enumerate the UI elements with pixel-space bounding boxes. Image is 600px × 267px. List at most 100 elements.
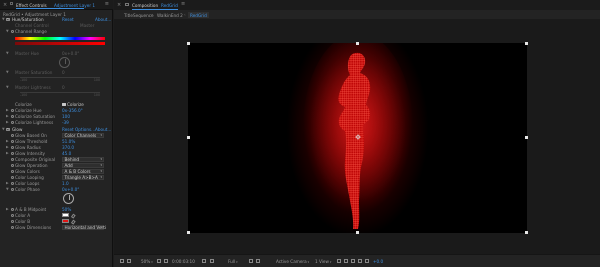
- stopwatch-icon[interactable]: [11, 170, 14, 173]
- stopwatch-icon[interactable]: [11, 188, 14, 191]
- transform-handle[interactable]: [525, 42, 528, 45]
- fast-previews-icon[interactable]: [344, 258, 348, 263]
- colorize-lightness-value[interactable]: -39: [62, 120, 69, 125]
- glow-operation-dropdown[interactable]: Add: [62, 163, 104, 168]
- colorize-saturation-value[interactable]: 100: [62, 114, 70, 119]
- twirl-open-icon[interactable]: ▼: [6, 51, 9, 56]
- twirl-closed-icon[interactable]: ▶: [6, 151, 9, 156]
- channel-control-value[interactable]: Master: [80, 23, 94, 28]
- composition-viewer[interactable]: [114, 19, 600, 254]
- transform-handle[interactable]: [356, 231, 359, 234]
- glow-intensity-value[interactable]: 45.0: [62, 151, 71, 156]
- breadcrumb-item-active[interactable]: RedGrid: [188, 12, 209, 18]
- twirl-open-icon[interactable]: ▼: [6, 70, 9, 75]
- transform-handle[interactable]: [525, 136, 528, 139]
- twirl-closed-icon[interactable]: ▶: [6, 145, 9, 150]
- colorize-checkbox-label[interactable]: Colorize: [67, 102, 84, 107]
- anchor-point-icon[interactable]: [355, 134, 361, 140]
- master-lightness-value[interactable]: 0: [62, 85, 65, 90]
- stopwatch-icon[interactable]: [11, 220, 14, 223]
- colorize-hue-value[interactable]: 0x-356.0°: [62, 108, 83, 113]
- glow-threshold-value[interactable]: 51.0%: [62, 139, 75, 144]
- glow-dimensions-dropdown[interactable]: Horizontal and Verti: [62, 225, 106, 230]
- twirl-closed-icon[interactable]: ▶: [6, 108, 9, 113]
- channel-range-hue-bar[interactable]: [15, 37, 105, 40]
- transform-handle[interactable]: [356, 42, 359, 45]
- glow-colors-dropdown[interactable]: A & B Colors: [62, 169, 104, 174]
- twirl-closed-icon[interactable]: ▶: [6, 120, 9, 125]
- color-phase-value[interactable]: 0x+0.0°: [62, 187, 79, 192]
- twirl-open-icon[interactable]: ▼: [2, 17, 5, 22]
- twirl-open-icon[interactable]: ▼: [6, 85, 9, 90]
- color-looping-dropdown[interactable]: Triangle A>B>A: [62, 175, 104, 180]
- effect-hue-saturation[interactable]: ▼ fx Hue/Saturation Reset About...: [0, 17, 113, 22]
- snapshot-icon[interactable]: [202, 258, 206, 263]
- stopwatch-icon[interactable]: [11, 146, 14, 149]
- flowchart-icon[interactable]: [358, 258, 362, 263]
- about-link[interactable]: About...: [95, 127, 111, 132]
- current-time[interactable]: 0:00:03:10: [172, 259, 195, 264]
- camera-dropdown[interactable]: Active Camera: [276, 259, 309, 264]
- effect-controls-layer-name[interactable]: Adjustment Layer 1: [54, 3, 95, 8]
- color-phase-dial[interactable]: [63, 193, 74, 204]
- glow-based-on-dropdown[interactable]: Color Channels: [62, 133, 104, 138]
- options-link[interactable]: Options...: [75, 127, 95, 132]
- fx-toggle-icon[interactable]: fx: [6, 127, 10, 132]
- stopwatch-icon[interactable]: [11, 115, 14, 118]
- twirl-closed-icon[interactable]: ▶: [6, 139, 9, 144]
- twirl-open-icon[interactable]: ▼: [6, 187, 9, 192]
- view-layout-dropdown[interactable]: 1 View: [315, 259, 331, 264]
- stopwatch-icon[interactable]: [11, 109, 14, 112]
- twirl-open-icon[interactable]: ▼: [6, 29, 9, 34]
- toggle-pixel-aspect-icon[interactable]: [337, 258, 341, 263]
- reset-link[interactable]: Reset: [62, 17, 74, 22]
- stopwatch-icon[interactable]: [11, 208, 14, 211]
- lock-icon[interactable]: [10, 2, 13, 5]
- exposure-value[interactable]: +0.0: [373, 259, 383, 264]
- transform-handle[interactable]: [187, 231, 190, 234]
- eyedropper-icon[interactable]: [71, 213, 76, 218]
- zoom-dropdown[interactable]: 50%: [141, 259, 153, 264]
- twirl-closed-icon[interactable]: ▶: [6, 181, 9, 186]
- grid-guides-icon[interactable]: [157, 258, 161, 263]
- color-a-swatch[interactable]: [62, 213, 69, 218]
- transform-handle[interactable]: [525, 231, 528, 234]
- panel-menu-icon[interactable]: ≡: [105, 1, 109, 7]
- glow-radius-value[interactable]: 370.0: [62, 145, 74, 150]
- always-preview-icon[interactable]: [120, 258, 124, 263]
- twirl-open-icon[interactable]: ▼: [2, 127, 5, 132]
- stopwatch-icon[interactable]: [11, 226, 14, 229]
- region-of-interest-icon[interactable]: [249, 258, 253, 263]
- timeline-icon[interactable]: [351, 258, 355, 263]
- effect-controls-tab[interactable]: × Effect Controls Adjustment Layer 1 ≡: [0, 0, 113, 10]
- reset-exposure-icon[interactable]: [365, 258, 369, 263]
- stopwatch-icon[interactable]: [11, 176, 14, 179]
- master-hue-dial[interactable]: [59, 57, 70, 68]
- stopwatch-icon[interactable]: [11, 134, 14, 137]
- stopwatch-icon[interactable]: [11, 121, 14, 124]
- breadcrumb-item[interactable]: WalkinEnd 2: [155, 12, 185, 18]
- stopwatch-icon[interactable]: [11, 152, 14, 155]
- eyedropper-icon[interactable]: [71, 219, 76, 224]
- stopwatch-icon[interactable]: [11, 158, 14, 161]
- stopwatch-icon[interactable]: [11, 140, 14, 143]
- composition-tab[interactable]: × Composition RedGrid ≡: [114, 0, 600, 10]
- composite-original-dropdown[interactable]: Behind: [62, 157, 104, 162]
- color-loops-value[interactable]: 1.0: [62, 181, 69, 186]
- transform-handle[interactable]: [187, 42, 190, 45]
- transform-handle[interactable]: [187, 136, 190, 139]
- stopwatch-icon[interactable]: [11, 164, 14, 167]
- stopwatch-icon[interactable]: [11, 30, 14, 33]
- show-channel-icon[interactable]: [210, 258, 214, 263]
- master-saturation-value[interactable]: 0: [62, 70, 65, 75]
- panel-menu-icon[interactable]: ≡: [181, 1, 185, 7]
- effect-glow[interactable]: ▼ fx Glow Reset Options... About...: [0, 127, 113, 132]
- close-panel-icon[interactable]: ×: [117, 2, 121, 8]
- stopwatch-icon[interactable]: [11, 214, 14, 217]
- composition-name[interactable]: RedGrid: [161, 3, 178, 8]
- master-hue-value[interactable]: 0x+0.0°: [62, 51, 79, 56]
- twirl-closed-icon[interactable]: ▶: [6, 114, 9, 119]
- 3d-layout-icon[interactable]: [127, 258, 131, 263]
- transparency-grid-icon[interactable]: [256, 258, 260, 263]
- color-b-swatch[interactable]: [62, 219, 69, 224]
